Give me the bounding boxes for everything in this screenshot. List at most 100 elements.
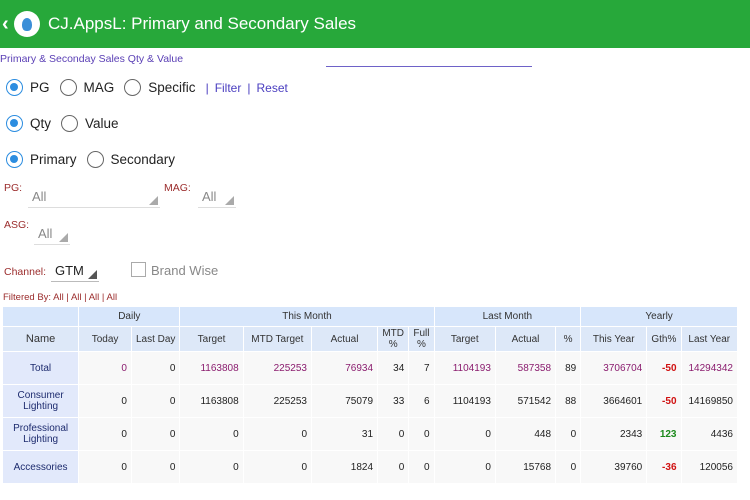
radio-specific[interactable]: Specific bbox=[124, 79, 196, 96]
level-radio-group: PG MAG Specific | Filter | Reset bbox=[6, 79, 288, 96]
filter-panel: Primary & Seconday Sales Qty & Value PG … bbox=[0, 48, 750, 306]
column-header: Last Day bbox=[131, 327, 180, 351]
reset-link[interactable]: Reset bbox=[256, 81, 287, 95]
column-header: Target bbox=[180, 327, 243, 351]
table-cell: 0 bbox=[131, 451, 180, 483]
table-cell: 587358 bbox=[495, 352, 556, 384]
table-cell: 1163808 bbox=[180, 385, 243, 417]
table-cell: 0 bbox=[409, 451, 434, 483]
table-cell: 120056 bbox=[681, 451, 737, 483]
table-cell: 4436 bbox=[681, 418, 737, 450]
dropdown-arrow-icon bbox=[88, 270, 97, 279]
column-header: This Year bbox=[581, 327, 647, 351]
table-row[interactable]: Professional Lighting 0 0 0 0 31 0 0 0 4… bbox=[3, 418, 737, 450]
radio-value[interactable]: Value bbox=[61, 115, 119, 132]
radio-unchecked-icon[interactable] bbox=[59, 79, 77, 96]
table-cell: 0 bbox=[409, 418, 434, 450]
row-name[interactable]: Total bbox=[3, 352, 79, 384]
sales-type-radio-group: Primary Secondary bbox=[6, 151, 185, 168]
table-cell: 571542 bbox=[495, 385, 556, 417]
radio-pg-label: PG bbox=[30, 80, 50, 95]
column-header: Full % bbox=[409, 327, 434, 351]
page-subtitle: Primary & Seconday Sales Qty & Value bbox=[0, 53, 184, 65]
radio-secondary[interactable]: Secondary bbox=[86, 151, 176, 168]
radio-checked-icon[interactable] bbox=[6, 115, 23, 132]
table-cell: 0 bbox=[79, 385, 131, 417]
radio-secondary-label: Secondary bbox=[110, 152, 176, 167]
table-row[interactable]: Consumer Lighting 0 0 1163808 225253 750… bbox=[3, 385, 737, 417]
asg-dropdown-value: All bbox=[38, 226, 53, 241]
app-bar: ‹ CJ.AppsL: Primary and Secondary Sales bbox=[0, 0, 750, 48]
table-cell: 0 bbox=[378, 451, 409, 483]
group-header-last-month: Last Month bbox=[434, 307, 581, 326]
table-cell: -50 bbox=[647, 385, 681, 417]
table-cell: 14294342 bbox=[681, 352, 737, 384]
column-header: Actual bbox=[495, 327, 556, 351]
brand-wise-checkbox[interactable] bbox=[131, 262, 146, 277]
mag-dropdown[interactable]: All bbox=[198, 186, 236, 208]
radio-unchecked-icon[interactable] bbox=[124, 79, 142, 96]
table-cell: 3706704 bbox=[581, 352, 647, 384]
table-cell: 0 bbox=[378, 418, 409, 450]
table-cell: 39760 bbox=[581, 451, 647, 483]
radio-mag[interactable]: MAG bbox=[59, 79, 114, 96]
app-logo-icon bbox=[14, 11, 40, 37]
dropdown-arrow-icon bbox=[225, 196, 234, 205]
filter-link[interactable]: Filter bbox=[215, 81, 242, 95]
radio-pg[interactable]: PG bbox=[6, 79, 50, 96]
radio-primary[interactable]: Primary bbox=[6, 151, 77, 168]
pg-dropdown[interactable]: All bbox=[28, 186, 160, 208]
table-cell: 0 bbox=[434, 418, 495, 450]
table-cell: -36 bbox=[647, 451, 681, 483]
table-cell: 88 bbox=[556, 385, 581, 417]
column-header: Gth% bbox=[647, 327, 681, 351]
table-cell: 76934 bbox=[312, 352, 378, 384]
radio-specific-label: Specific bbox=[148, 80, 196, 95]
channel-dropdown[interactable]: GTM bbox=[51, 260, 99, 282]
radio-unchecked-icon[interactable] bbox=[61, 115, 79, 132]
column-header: Last Year bbox=[681, 327, 737, 351]
pg-dropdown-value: All bbox=[32, 189, 47, 204]
table-cell: 3664601 bbox=[581, 385, 647, 417]
row-name[interactable]: Accessories bbox=[3, 451, 79, 483]
table-cell: 1104193 bbox=[434, 352, 495, 384]
column-header: MTD Target bbox=[243, 327, 311, 351]
row-name[interactable]: Consumer Lighting bbox=[3, 385, 79, 417]
separator: | bbox=[205, 80, 209, 95]
table-row[interactable]: Total 0 0 1163808 225253 76934 34 7 1104… bbox=[3, 352, 737, 384]
table-cell: 15768 bbox=[495, 451, 556, 483]
table-cell: 0 bbox=[131, 352, 180, 384]
radio-checked-icon[interactable] bbox=[6, 79, 23, 96]
table-row[interactable]: Accessories 0 0 0 0 1824 0 0 0 15768 0 3… bbox=[3, 451, 737, 483]
brand-wise-label: Brand Wise bbox=[151, 263, 219, 278]
table-cell: 448 bbox=[495, 418, 556, 450]
group-header-daily: Daily bbox=[79, 307, 180, 326]
table-cell: 0 bbox=[434, 451, 495, 483]
radio-unchecked-icon[interactable] bbox=[86, 151, 104, 168]
radio-checked-icon[interactable] bbox=[6, 151, 23, 168]
table-cell: 225253 bbox=[243, 385, 311, 417]
measure-radio-group: Qty Value bbox=[6, 115, 129, 132]
table-cell: 1824 bbox=[312, 451, 378, 483]
table-cell: 7 bbox=[409, 352, 434, 384]
table-cell: 0 bbox=[79, 418, 131, 450]
back-arrow-icon[interactable]: ‹ bbox=[2, 13, 12, 36]
filtered-by-text: Filtered By: All | All | All | All bbox=[3, 292, 118, 303]
pg-label: PG: bbox=[4, 182, 23, 194]
radio-primary-label: Primary bbox=[30, 152, 77, 167]
column-header: Target bbox=[434, 327, 495, 351]
column-header: Name bbox=[3, 327, 79, 351]
dropdown-arrow-icon bbox=[59, 233, 68, 242]
row-name[interactable]: Professional Lighting bbox=[3, 418, 79, 450]
radio-qty[interactable]: Qty bbox=[6, 115, 51, 132]
table-cell: 0 bbox=[131, 385, 180, 417]
asg-dropdown[interactable]: All bbox=[34, 223, 70, 245]
separator: | bbox=[247, 80, 251, 95]
table-cell: 0 bbox=[243, 451, 311, 483]
channel-label: Channel: bbox=[4, 266, 47, 278]
table-cell: 0 bbox=[243, 418, 311, 450]
table-group-header: Daily This Month Last Month Yearly bbox=[3, 307, 737, 326]
asg-label: ASG: bbox=[4, 219, 30, 231]
table-cell: 75079 bbox=[312, 385, 378, 417]
table-cell: 1104193 bbox=[434, 385, 495, 417]
